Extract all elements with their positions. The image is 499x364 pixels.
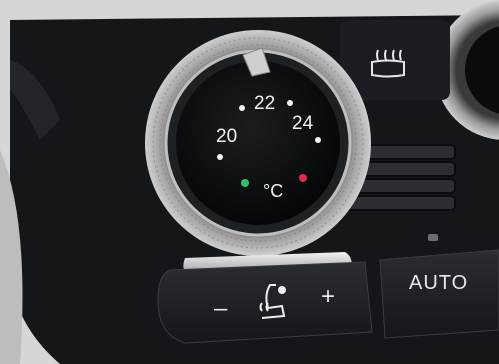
unit-label: °C — [263, 181, 284, 201]
scale-label-22: 22 — [254, 93, 276, 114]
warm-indicator — [299, 174, 307, 182]
scale-label-20: 20 — [216, 126, 238, 147]
seat-heat-button — [157, 261, 373, 344]
climate-control-photo: 22 20 24 °C – + AUTO — [0, 0, 499, 364]
scale-label-24: 24 — [292, 113, 314, 134]
temperature-dial-face — [176, 61, 340, 225]
cold-indicator — [241, 179, 249, 187]
plus-label: + — [321, 283, 336, 310]
auto-label: AUTO — [409, 272, 469, 294]
auto-indicator-led — [428, 234, 438, 241]
climate-panel-illustration — [0, 0, 499, 364]
minus-label: – — [214, 295, 228, 322]
